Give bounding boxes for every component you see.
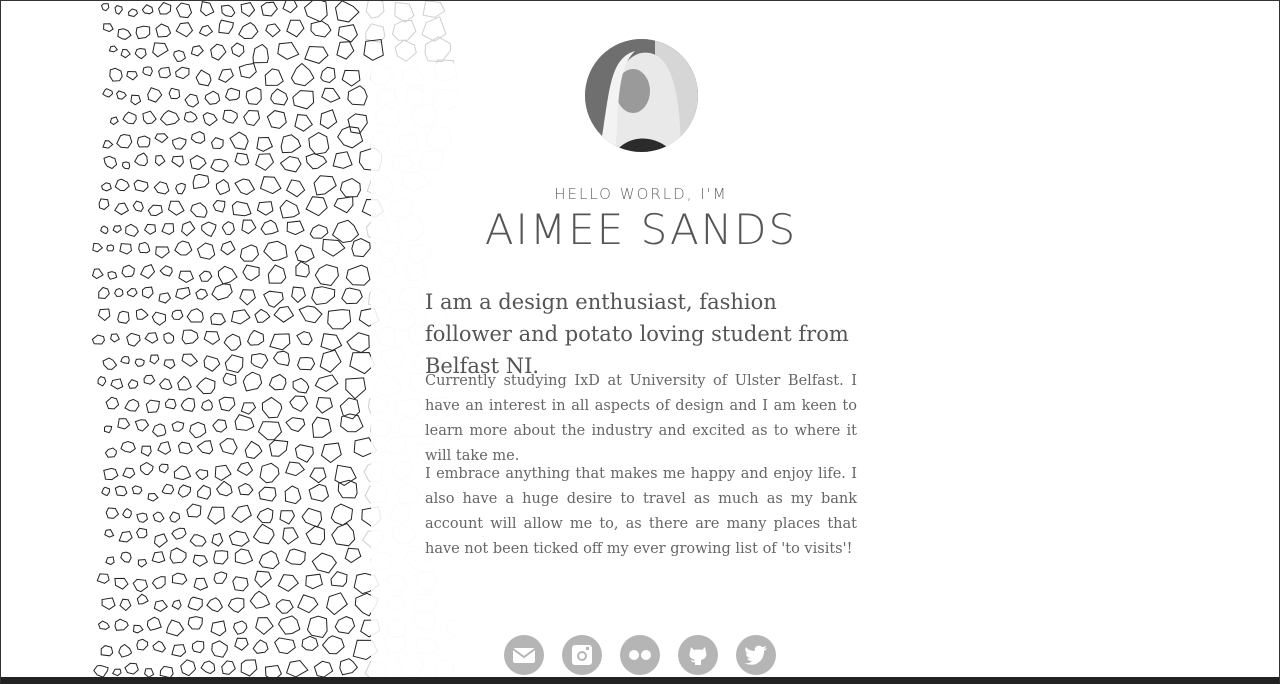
- avatar: [585, 39, 698, 152]
- about-paragraph-2: I embrace anything that makes me happy a…: [425, 466, 857, 557]
- twitter-icon: [744, 645, 767, 665]
- intro-lead: I am a design enthusiast, fashion follow…: [425, 290, 849, 378]
- instagram-link[interactable]: [562, 635, 602, 675]
- page-frame: HELLO WORLD, I'M AIMEE SANDS I am a desi…: [0, 0, 1280, 684]
- twitter-link[interactable]: [736, 635, 776, 675]
- social-links: [504, 635, 776, 675]
- mail-icon: [512, 648, 536, 663]
- instagram-icon: [572, 645, 592, 665]
- greeting-kicker: HELLO WORLD, I'M: [554, 185, 728, 203]
- flickr-icon: [629, 650, 651, 660]
- bottom-bar: [1, 677, 1279, 681]
- mail-link[interactable]: [504, 635, 544, 675]
- about-paragraph-1: Currently studying IxD at University of …: [425, 373, 857, 464]
- github-icon: [689, 647, 707, 665]
- page-title: AIMEE SANDS: [484, 205, 798, 254]
- github-link[interactable]: [678, 635, 718, 675]
- flickr-link[interactable]: [620, 635, 660, 675]
